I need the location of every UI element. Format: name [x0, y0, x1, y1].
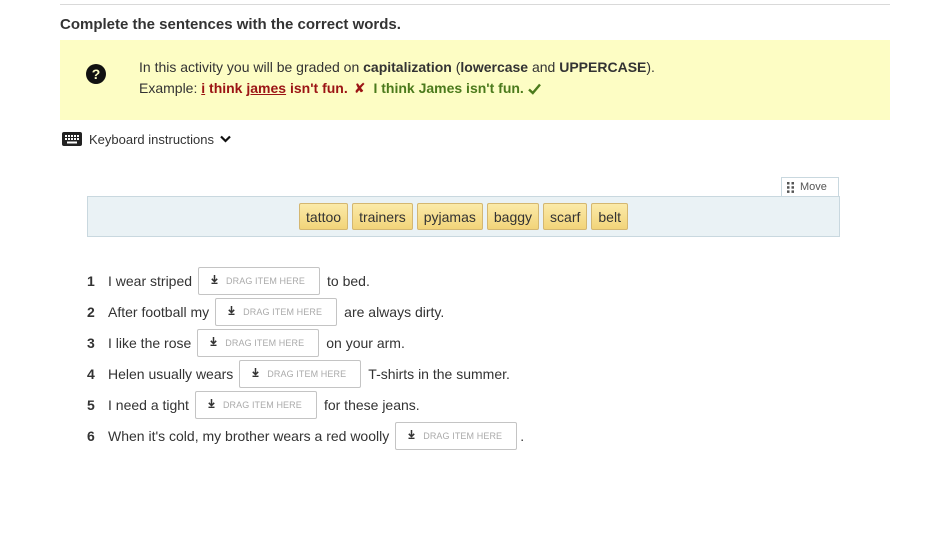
capitalization-example: Example: i think james isn't fun. ✘ I thin… [139, 80, 541, 97]
sentence-end: are always dirty. [344, 303, 445, 320]
drop-placeholder: DRAG ITEM HERE [226, 275, 305, 286]
drop-zone[interactable]: DRAG ITEM HERE [194, 390, 317, 419]
question-circle-icon: ? [86, 64, 106, 84]
question-row: 1 I wear striped DRAG ITEM HERE to bed. [87, 265, 524, 296]
question-row: 3 I like the rose DRAG ITEM HERE on your… [87, 327, 524, 358]
sentence-start: When it's cold, my brother wears a red w… [108, 427, 390, 444]
word-tile[interactable]: belt [591, 203, 628, 230]
move-word-bank-button[interactable]: Move [781, 177, 839, 196]
cross-icon: ✘ [353, 80, 366, 96]
sentence-end: to bed. [327, 272, 370, 289]
activity-instruction: Complete the sentences with the correct … [60, 16, 401, 33]
word-tile[interactable]: baggy [486, 203, 540, 230]
drag-handle-icon [787, 181, 794, 193]
question-row: 4 Helen usually wears DRAG ITEM HERE T-s… [87, 358, 524, 389]
question-row: 6 When it's cold, my brother wears a red… [87, 420, 524, 451]
keyboard-instructions-toggle[interactable]: Keyboard instructions [62, 129, 231, 149]
download-arrow-icon [252, 368, 260, 379]
drop-placeholder: DRAG ITEM HERE [222, 399, 302, 410]
keyboard-icon [62, 132, 82, 146]
drop-zone[interactable]: DRAG ITEM HERE [197, 328, 320, 357]
download-arrow-icon [208, 399, 215, 410]
download-arrow-icon [228, 306, 235, 317]
drop-zone[interactable]: DRAG ITEM HERE [239, 359, 362, 388]
question-number: 3 [87, 334, 95, 351]
sentence-start: I need a tight [108, 396, 189, 413]
question-number: 2 [87, 303, 95, 320]
word-bank: tattoo trainers pyjamas baggy scarf belt [87, 196, 840, 237]
question-number: 6 [87, 427, 95, 444]
move-label: Move [800, 181, 827, 193]
question-number: 5 [87, 396, 95, 413]
download-arrow-icon [211, 275, 218, 286]
keyboard-instructions-label: Keyboard instructions [89, 131, 215, 147]
correct-example: I think James isn't fun. [373, 80, 524, 96]
download-arrow-icon [210, 337, 218, 348]
grading-info-box: ? In this activity you will be graded on… [60, 40, 890, 120]
drop-placeholder: DRAG ITEM HERE [267, 368, 347, 379]
drop-placeholder: DRAG ITEM HERE [225, 337, 305, 348]
question-number: 4 [87, 365, 95, 382]
top-divider [60, 4, 890, 5]
drop-zone[interactable]: DRAG ITEM HERE [215, 297, 338, 326]
checkmark-icon [528, 83, 541, 95]
example-label: Example: [139, 80, 202, 96]
svg-text:?: ? [92, 66, 101, 82]
question-row: 5 I need a tight DRAG ITEM HERE for thes… [87, 389, 524, 420]
sentence-start: I wear striped [108, 272, 193, 289]
chevron-down-icon [220, 135, 231, 143]
sentence-start: Helen usually wears [108, 365, 234, 382]
drop-zone[interactable]: DRAG ITEM HERE [395, 421, 518, 450]
drop-placeholder: DRAG ITEM HERE [423, 430, 503, 441]
sentence-end: . [520, 427, 525, 444]
question-list: 1 I wear striped DRAG ITEM HERE to bed. … [87, 265, 524, 451]
download-arrow-icon [408, 430, 415, 441]
word-tile[interactable]: scarf [543, 203, 588, 230]
sentence-end: for these jeans. [323, 396, 420, 413]
wrong-example: i think james isn't fun. [201, 80, 348, 96]
drop-zone[interactable]: DRAG ITEM HERE [198, 266, 321, 295]
word-tile[interactable]: pyjamas [416, 203, 483, 230]
sentence-end: T-shirts in the summer. [368, 365, 510, 382]
drop-placeholder: DRAG ITEM HERE [243, 306, 323, 317]
word-tile[interactable]: tattoo [299, 203, 349, 230]
sentence-start: I like the rose [108, 334, 192, 351]
question-number: 1 [87, 272, 95, 289]
sentence-start: After football my [108, 303, 210, 320]
question-row: 2 After football my DRAG ITEM HERE are a… [87, 296, 524, 327]
word-tile[interactable]: trainers [352, 203, 413, 230]
grading-info-text: In this activity you will be graded on c… [139, 59, 655, 75]
sentence-end: on your arm. [326, 334, 405, 351]
